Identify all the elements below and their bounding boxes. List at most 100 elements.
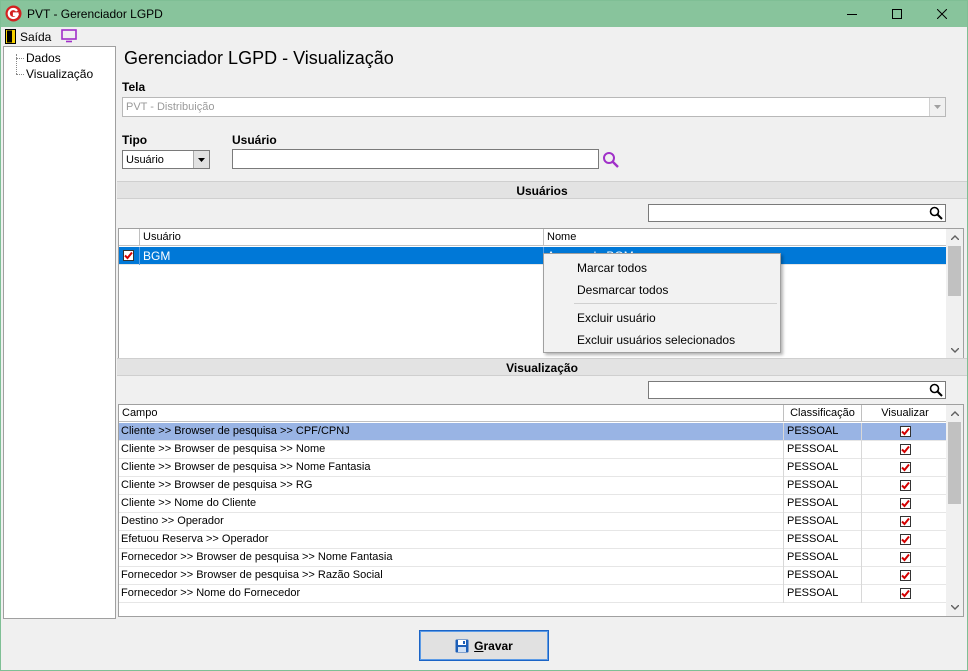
visualizar-checkbox[interactable] — [899, 570, 911, 581]
cell-visualizar[interactable] — [862, 549, 948, 567]
cell-campo: Cliente >> Browser de pesquisa >> CPF/CP… — [119, 423, 784, 441]
close-icon — [936, 9, 947, 19]
menu-separator — [574, 303, 777, 304]
context-menu: Marcar todos Desmarcar todos Excluir usu… — [543, 253, 781, 353]
chevron-down-icon — [950, 605, 959, 610]
menu-item-excluir-usuario[interactable]: Excluir usuário — [577, 311, 656, 325]
visualizar-checkbox[interactable] — [899, 498, 911, 509]
table-row[interactable]: Cliente >> Browser de pesquisa >> CPF/CP… — [119, 423, 948, 441]
cell-visualizar[interactable] — [862, 495, 948, 513]
tree-item-dados[interactable]: Dados — [26, 51, 61, 65]
monitor-icon[interactable] — [61, 29, 77, 43]
table-row[interactable]: Destino >> Operador PESSOAL — [119, 513, 948, 531]
view-scrollbar[interactable] — [946, 405, 963, 616]
cell-visualizar[interactable] — [862, 459, 948, 477]
checkmark-icon — [900, 535, 910, 544]
visualizar-checkbox[interactable] — [899, 552, 911, 563]
cell-visualizar[interactable] — [862, 513, 948, 531]
users-scrollbar[interactable] — [946, 229, 963, 359]
nav-tree: Dados Visualização — [3, 46, 116, 619]
chevron-up-icon — [950, 411, 959, 416]
close-button[interactable] — [919, 1, 964, 27]
view-search-input[interactable] — [648, 381, 946, 399]
cell-visualizar[interactable] — [862, 477, 948, 495]
column-header-campo[interactable]: Campo — [119, 405, 784, 422]
checkmark-icon — [124, 251, 133, 260]
checkmark-icon — [900, 445, 910, 454]
usuario-input[interactable] — [232, 149, 599, 169]
table-row[interactable]: Fornecedor >> Nome do Fornecedor PESSOAL — [119, 585, 948, 603]
menu-item-marcar-todos[interactable]: Marcar todos — [577, 261, 647, 275]
cell-classificacao: PESSOAL — [784, 495, 862, 513]
column-header-classificacao[interactable]: Classificação — [784, 405, 862, 422]
checkmark-icon — [900, 553, 910, 562]
visualizar-checkbox[interactable] — [899, 516, 911, 527]
table-row[interactable]: Fornecedor >> Browser de pesquisa >> Nom… — [119, 549, 948, 567]
chevron-down-icon — [950, 348, 959, 353]
table-row[interactable]: Cliente >> Browser de pesquisa >> Nome PE… — [119, 441, 948, 459]
visualizar-checkbox[interactable] — [899, 462, 911, 473]
tipo-value: Usuário — [126, 154, 164, 166]
search-icon — [929, 206, 943, 220]
view-section-header: Visualização — [117, 358, 967, 376]
column-header-visualizar[interactable]: Visualizar — [862, 405, 948, 422]
exit-label: Saída — [20, 29, 52, 44]
tree-item-visualizacao[interactable]: Visualização — [26, 67, 93, 81]
visualizar-checkbox[interactable] — [899, 588, 911, 599]
cell-classificacao: PESSOAL — [784, 585, 862, 603]
checkmark-icon — [900, 589, 910, 598]
cell-campo: Cliente >> Browser de pesquisa >> Nome — [119, 441, 784, 459]
table-row[interactable]: Cliente >> Browser de pesquisa >> Nome F… — [119, 459, 948, 477]
column-header-usuario[interactable]: Usuário — [140, 229, 544, 246]
cell-campo: Cliente >> Browser de pesquisa >> RG — [119, 477, 784, 495]
visualizar-checkbox[interactable] — [899, 480, 911, 491]
users-search-input[interactable] — [648, 204, 946, 222]
cell-campo: Efetuou Reserva >> Operador — [119, 531, 784, 549]
checkmark-icon — [900, 481, 910, 490]
visualizar-checkbox[interactable] — [899, 534, 911, 545]
menu-item-excluir-selecionados[interactable]: Excluir usuários selecionados — [577, 333, 735, 347]
visualizar-checkbox[interactable] — [899, 444, 911, 455]
row-checkbox[interactable] — [123, 250, 134, 261]
cell-visualizar[interactable] — [862, 423, 948, 441]
checkmark-icon — [900, 499, 910, 508]
cell-visualizar[interactable] — [862, 585, 948, 603]
cell-usuario: BGM — [140, 247, 544, 265]
table-row[interactable]: Efetuou Reserva >> Operador PESSOAL — [119, 531, 948, 549]
maximize-button[interactable] — [874, 1, 919, 27]
window-title: PVT - Gerenciador LGPD — [27, 7, 163, 21]
cell-classificacao: PESSOAL — [784, 531, 862, 549]
save-button[interactable]: Gravar — [419, 630, 549, 661]
table-row[interactable]: Fornecedor >> Browser de pesquisa >> Raz… — [119, 567, 948, 585]
table-row[interactable]: Cliente >> Browser de pesquisa >> RG PESS… — [119, 477, 948, 495]
users-section-header: Usuários — [117, 181, 967, 199]
checkmark-icon — [900, 517, 910, 526]
table-row[interactable]: Cliente >> Nome do Cliente PESSOAL — [119, 495, 948, 513]
cell-campo: Cliente >> Browser de pesquisa >> Nome F… — [119, 459, 784, 477]
cell-classificacao: PESSOAL — [784, 567, 862, 585]
cell-visualizar[interactable] — [862, 531, 948, 549]
checkmark-icon — [900, 571, 910, 580]
tipo-select[interactable]: Usuário — [122, 150, 210, 169]
view-table: Campo Classificação Visualizar Cliente >… — [118, 404, 964, 617]
table-row[interactable]: BGM Acesso da BGM — [119, 247, 948, 265]
cell-visualizar[interactable] — [862, 441, 948, 459]
page-title: Gerenciador LGPD - Visualização — [124, 48, 394, 68]
floppy-disk-icon — [455, 639, 469, 652]
exit-door-icon — [5, 29, 16, 44]
cell-classificacao: PESSOAL — [784, 441, 862, 459]
exit-menu-item[interactable]: Saída — [5, 29, 51, 44]
cell-classificacao: PESSOAL — [784, 513, 862, 531]
usuario-label: Usuário — [232, 133, 277, 147]
search-user-icon[interactable] — [602, 151, 620, 169]
cell-campo: Fornecedor >> Browser de pesquisa >> Nom… — [119, 549, 784, 567]
menu-bar: Saída — [1, 27, 967, 46]
cell-campo: Fornecedor >> Nome do Fornecedor — [119, 585, 784, 603]
tipo-label: Tipo — [122, 133, 148, 147]
minimize-icon — [846, 14, 857, 15]
menu-item-desmarcar-todos[interactable]: Desmarcar todos — [577, 283, 668, 297]
minimize-button[interactable] — [829, 1, 874, 27]
column-header-nome[interactable]: Nome — [544, 229, 948, 246]
visualizar-checkbox[interactable] — [899, 426, 911, 437]
cell-visualizar[interactable] — [862, 567, 948, 585]
